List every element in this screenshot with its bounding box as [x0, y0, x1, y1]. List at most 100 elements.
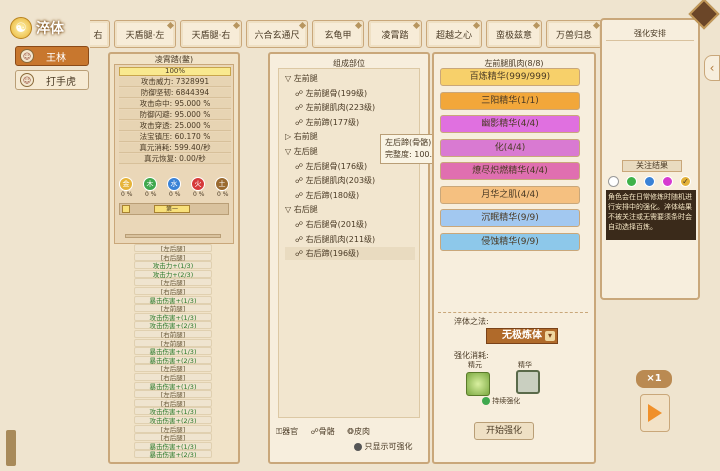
- tree-part[interactable]: ☍ 左后蹄(180级): [295, 190, 359, 201]
- tree-label: 左后腿: [293, 147, 318, 156]
- tab-marker-icon: [166, 21, 175, 30]
- green-filter-dot[interactable]: [626, 176, 637, 187]
- side-expand-tab[interactable]: ‹: [704, 55, 720, 81]
- element-percent: 0 %: [217, 191, 229, 198]
- tab-item[interactable]: 天盾腿·左: [114, 20, 176, 48]
- essence-item[interactable]: 燎尽炽燃精华(4/4): [440, 162, 580, 180]
- slot-item[interactable]: 第一: [154, 205, 190, 213]
- progress-bar: 100%: [119, 67, 231, 76]
- tree-part[interactable]: ☍ 右后腿肌肉(211级): [295, 234, 375, 245]
- tree-label: 右后腿骨(201级): [305, 220, 368, 229]
- check-icon[interactable]: [482, 397, 490, 405]
- slot-row: [左后腿]: [134, 390, 212, 399]
- element-percent: 0 %: [121, 191, 133, 198]
- element-percent: 0 %: [193, 191, 205, 198]
- tree-label: 右后腿肌肉(211级): [305, 234, 376, 244]
- tab-item[interactable]: 天盾腿·右: [180, 20, 242, 48]
- tab-item[interactable]: 超越之心: [426, 20, 482, 48]
- character-wanglin-button[interactable]: ☺ 王林: [15, 46, 89, 66]
- spirit-essence-icon[interactable]: [466, 372, 490, 396]
- tree-part[interactable]: ☍ 左前腿肌肉(223级): [295, 102, 375, 113]
- start-strengthen-button[interactable]: 开始强化: [474, 422, 534, 440]
- essence-item[interactable]: 侵蚀精华(9/9): [440, 232, 580, 251]
- white-filter-dot[interactable]: [608, 176, 619, 187]
- tree-part[interactable]: ☍ 左前蹄(177级): [295, 117, 359, 128]
- collapse-icon: ▽: [285, 205, 294, 215]
- tree-part[interactable]: ☍ 左后腿骨(176级): [295, 161, 367, 172]
- element-percent: 0 %: [169, 191, 181, 198]
- tab-item[interactable]: 万兽归息: [546, 20, 602, 48]
- slot-row: [右后腿]: [134, 433, 212, 442]
- avatar-icon: ☺: [20, 49, 34, 63]
- bone-icon: ☍: [295, 103, 306, 113]
- tree-group[interactable]: ▽ 右后腿: [285, 204, 318, 215]
- legend-organ: 器官: [282, 427, 299, 436]
- slot-row: 攻击伤害+(2/3): [134, 321, 212, 330]
- tab-item[interactable]: 凌霄踏: [368, 20, 422, 48]
- tree-part[interactable]: ☍ 右后腿骨(201级): [295, 219, 367, 230]
- slot-row: [左后腿]: [134, 424, 212, 434]
- bone-icon: ☍: [310, 427, 319, 436]
- slot-row: 暴击伤害+(1/3): [134, 381, 212, 391]
- tree-label: 左前腿肌肉(223级): [305, 103, 376, 113]
- tree-label: 左后蹄(180级): [305, 190, 360, 200]
- slot-item-icon[interactable]: [122, 205, 130, 213]
- strengthen-panel: 强化安排 关注结果 ✓ 角色会在日常修炼时随机进行安排中的强化。淬体结果不被关注…: [600, 18, 700, 300]
- legend-flesh: 皮肉: [354, 427, 370, 436]
- slot-row: [右后腿]: [134, 252, 212, 262]
- arrangement-area: [606, 40, 694, 156]
- continuous-label: 持续强化: [492, 397, 521, 405]
- strengthen-note: 角色会在日常修炼时随机进行安排中的强化。淬体结果不被关注或无需要须条时会自动选择…: [606, 190, 696, 240]
- bone-icon: ☍: [295, 220, 306, 229]
- tree-label: 左后腿肌肉(203级): [305, 176, 376, 186]
- slot-row: 攻击伤害+(2/3): [134, 416, 212, 425]
- slot-row: [左后腿]: [134, 244, 212, 253]
- tree-group[interactable]: ▷ 右前腿: [285, 131, 318, 142]
- tree-group[interactable]: ▽ 左前腿: [285, 73, 318, 84]
- slot-row: [左后腿]: [134, 364, 212, 373]
- tab-item[interactable]: 玄龟甲: [312, 20, 364, 48]
- blue-filter-dot[interactable]: [644, 176, 655, 187]
- speed-button[interactable]: ×1: [636, 370, 672, 388]
- play-button[interactable]: [640, 394, 670, 432]
- slot-row: [右后腿]: [134, 373, 212, 382]
- tree-label: 右后腿: [293, 205, 318, 215]
- tab-item[interactable]: 右: [90, 20, 110, 48]
- tree-part[interactable]: ☍ 左后腿肌肉(203级): [295, 175, 375, 186]
- divider: [438, 312, 588, 313]
- slot-strip: 第一: [119, 203, 229, 215]
- tree-part[interactable]: ☍ 左前腿骨(199级): [295, 88, 367, 99]
- tab-item[interactable]: 蛮极兹意: [486, 20, 542, 48]
- tree-group[interactable]: ▽ 左后腿: [285, 146, 318, 157]
- essence-item[interactable]: 幽影精华(4/4): [440, 115, 580, 133]
- tab-marker-icon: [298, 21, 307, 30]
- slot-row: [左前腿]: [134, 304, 212, 313]
- element-percent: 0 %: [145, 191, 157, 198]
- slot-row: [右前腿]: [134, 330, 212, 339]
- essence-item[interactable]: 三阳精华(1/1): [440, 91, 580, 110]
- fire-element-icon: 火: [191, 177, 205, 191]
- tree-label: 左后腿骨(176级): [305, 161, 368, 171]
- purple-filter-dot[interactable]: [662, 176, 673, 187]
- stat-row: 真元恢复: 0.00/秒: [119, 154, 231, 164]
- essence-item[interactable]: 百炼精华(999/999): [440, 68, 580, 86]
- filter-toggle[interactable]: 只显示可强化: [354, 441, 413, 452]
- essence-item[interactable]: 化(4/4): [440, 138, 580, 157]
- bone-icon: ☍: [295, 190, 306, 200]
- stats-panel: 凌霄踏(鳖) 100% 攻击威力: 7328991 防御坚韧: 6844394 …: [108, 52, 240, 464]
- tree-part[interactable]: ☍ 右后蹄(196级): [295, 248, 359, 259]
- continuous-toggle[interactable]: 持续强化: [482, 396, 520, 406]
- radio-icon[interactable]: [354, 442, 362, 451]
- essence-icon[interactable]: [516, 370, 540, 394]
- title-block: ☯ 淬体: [10, 16, 90, 40]
- essence-item[interactable]: 沉眠精华(9/9): [440, 209, 580, 227]
- tab-item[interactable]: 六合玄通尺: [246, 20, 308, 48]
- gold-filter-dot[interactable]: ✓: [680, 176, 691, 187]
- character-dashouhu-button[interactable]: ☺ 打手虎: [15, 70, 89, 90]
- stat-row: 法宝镇压: 60.170 %: [119, 132, 231, 142]
- forge-method-select[interactable]: 无极炼体 ▾: [486, 328, 558, 344]
- bone-icon: ☍: [295, 161, 306, 171]
- filter-label: 只显示可强化: [364, 442, 413, 451]
- tree-label: 左前腿: [293, 74, 318, 83]
- essence-item[interactable]: 月华之肌(4/4): [440, 185, 580, 204]
